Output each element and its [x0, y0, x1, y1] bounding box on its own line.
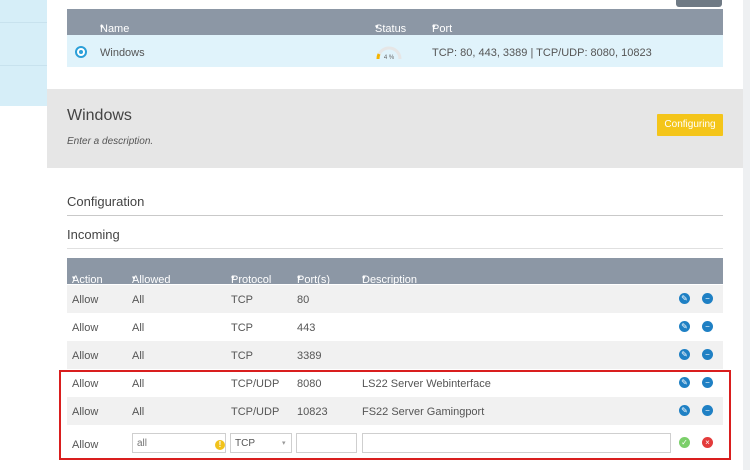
rule-port: 3389 — [297, 350, 322, 362]
server-table-header: Name ▾ Status ▾ Port ▾ — [67, 9, 723, 35]
rule-action: Allow — [72, 350, 99, 362]
rule-protocol: TCP — [231, 350, 253, 362]
configuring-button[interactable]: Configuring — [657, 114, 723, 136]
server-ports: TCP: 80, 443, 3389 | TCP/UDP: 8080, 1082… — [432, 47, 652, 59]
configuration-heading: Configuration — [67, 194, 145, 209]
table-row: Allow All TCP 443 ✎ − — [67, 313, 723, 341]
rule-protocol: TCP — [231, 294, 253, 306]
divider — [67, 248, 723, 249]
pencil-icon[interactable]: ✎ — [679, 321, 690, 332]
highlight-box — [59, 370, 731, 460]
server-radio[interactable] — [75, 46, 87, 58]
server-name: Windows — [100, 47, 145, 59]
top-action-button[interactable] — [676, 0, 722, 7]
minus-circle-icon[interactable]: − — [702, 349, 713, 360]
sidebar-divider — [0, 22, 47, 23]
incoming-heading: Incoming — [67, 227, 120, 242]
status-percent: 4 % — [384, 55, 395, 61]
pencil-icon[interactable]: ✎ — [679, 349, 690, 360]
server-row[interactable]: Windows 4 % TCP: 80, 443, 3389 | TCP/UDP… — [67, 35, 723, 67]
table-row: Allow All TCP 80 ✎ − — [67, 285, 723, 313]
minus-circle-icon[interactable]: − — [702, 293, 713, 304]
server-title: Windows — [67, 107, 132, 124]
rule-port: 443 — [297, 322, 316, 334]
rule-action: Allow — [72, 322, 99, 334]
sidebar-divider — [0, 65, 47, 66]
rule-protocol: TCP — [231, 322, 253, 334]
sidebar-active-area[interactable] — [0, 0, 47, 106]
rule-action: Allow — [72, 294, 99, 306]
rules-table-header: Action▾ Allowed IP▾ Protocol▾ Port(s)▾ D… — [67, 258, 723, 298]
sidebar — [0, 0, 47, 470]
divider — [67, 215, 723, 216]
server-detail: Windows Enter a description. Configuring — [47, 89, 743, 168]
rule-port: 80 — [297, 294, 310, 306]
rule-ip: All — [132, 350, 145, 362]
description-field[interactable]: Enter a description. — [67, 136, 153, 147]
rule-ip: All — [132, 294, 145, 306]
table-row: Allow All TCP 3389 ✎ − — [67, 341, 723, 369]
status-gauge-icon: 4 % — [376, 46, 402, 61]
rule-ip: All — [132, 322, 145, 334]
pencil-icon[interactable]: ✎ — [679, 293, 690, 304]
minus-circle-icon[interactable]: − — [702, 321, 713, 332]
